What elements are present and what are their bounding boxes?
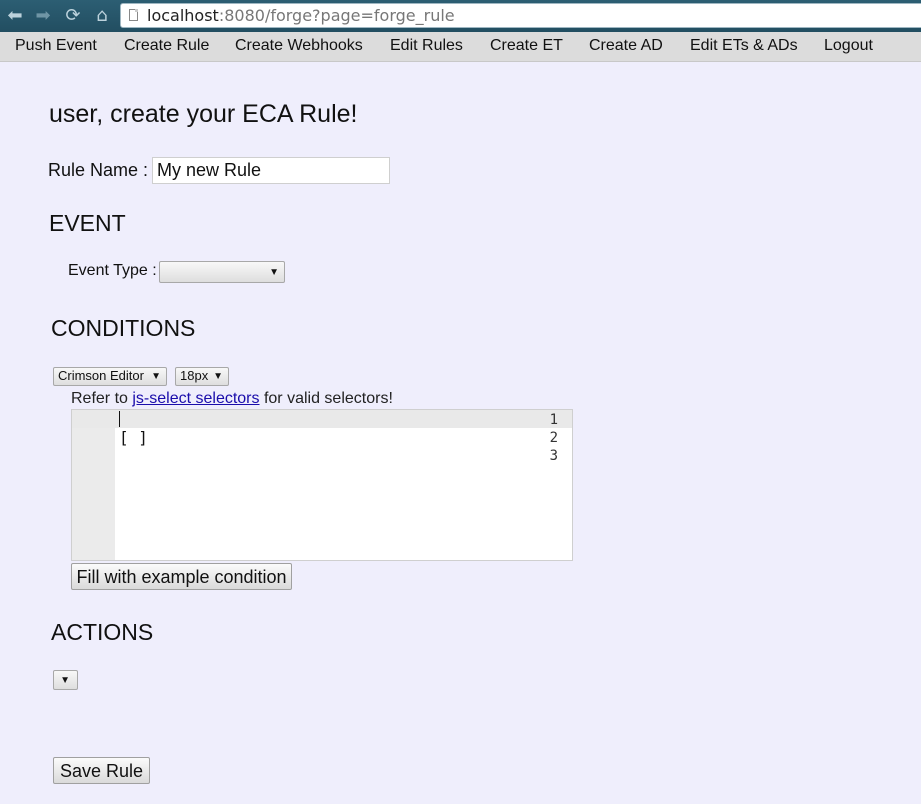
line-number: 1: [549, 412, 558, 428]
fill-example-condition-button[interactable]: Fill with example condition: [71, 563, 292, 590]
line-number: 3: [549, 448, 558, 464]
editor-active-line: [72, 410, 572, 428]
reload-icon[interactable]: ⟳: [62, 6, 84, 26]
chevron-down-icon: ▼: [151, 371, 161, 382]
action-select[interactable]: ▼: [53, 670, 78, 690]
chevron-down-icon: ▼: [269, 267, 279, 278]
editor-theme-value: Crimson Editor: [58, 368, 144, 383]
chevron-down-icon: ▼: [213, 371, 223, 382]
editor-font-size-select[interactable]: 18px ▼: [175, 367, 229, 386]
js-select-selectors-link[interactable]: js-select selectors: [132, 390, 259, 407]
conditions-heading: CONDITIONS: [51, 315, 196, 341]
nav-edit-rules[interactable]: Edit Rules: [390, 37, 463, 55]
nav-create-rule[interactable]: Create Rule: [124, 37, 209, 55]
back-arrow-icon[interactable]: ⬅: [4, 6, 26, 26]
nav-create-ad[interactable]: Create AD: [589, 37, 663, 55]
page-icon: [129, 9, 138, 21]
rule-name-label: Rule Name :: [48, 160, 149, 180]
event-type-label: Event Type :: [68, 262, 157, 279]
selector-hint: Refer to js-select selectors for valid s…: [71, 390, 393, 408]
condition-code-editor[interactable]: 1 2 3 [ ]: [71, 409, 573, 561]
code-line: [ ]: [119, 428, 148, 447]
editor-gutter: [72, 410, 115, 560]
address-bar[interactable]: localhost:8080/forge?page=forge_rule: [120, 3, 921, 28]
nav-logout[interactable]: Logout: [824, 37, 873, 55]
event-type-select[interactable]: ▼: [159, 261, 285, 283]
line-number: 2: [549, 430, 558, 446]
event-heading: EVENT: [49, 210, 126, 236]
save-rule-button[interactable]: Save Rule: [53, 757, 150, 784]
forward-arrow-icon[interactable]: ➡: [32, 6, 54, 26]
home-icon[interactable]: ⌂: [91, 6, 113, 26]
nav-create-webhooks[interactable]: Create Webhooks: [235, 37, 363, 55]
url-text: localhost:8080/forge?page=forge_rule: [147, 6, 455, 25]
editor-font-size-value: 18px: [180, 368, 209, 383]
editor-theme-select[interactable]: Crimson Editor ▼: [53, 367, 167, 386]
page-title: user, create your ECA Rule!: [49, 100, 358, 128]
browser-toolbar: ⬅ ➡ ⟳ ⌂ localhost:8080/forge?page=forge_…: [0, 0, 921, 32]
selector-hint-suffix: for valid selectors!: [259, 390, 393, 407]
actions-heading: ACTIONS: [51, 619, 154, 645]
chevron-down-icon: ▼: [60, 675, 70, 686]
rule-name-input[interactable]: [152, 157, 390, 184]
selector-hint-prefix: Refer to: [71, 390, 133, 407]
site-nav: Push Event Create Rule Create Webhooks E…: [0, 32, 921, 62]
nav-push-event[interactable]: Push Event: [15, 37, 97, 55]
nav-edit-ets-ads[interactable]: Edit ETs & ADs: [690, 37, 798, 55]
text-cursor: [119, 411, 120, 427]
nav-create-et[interactable]: Create ET: [490, 37, 563, 55]
